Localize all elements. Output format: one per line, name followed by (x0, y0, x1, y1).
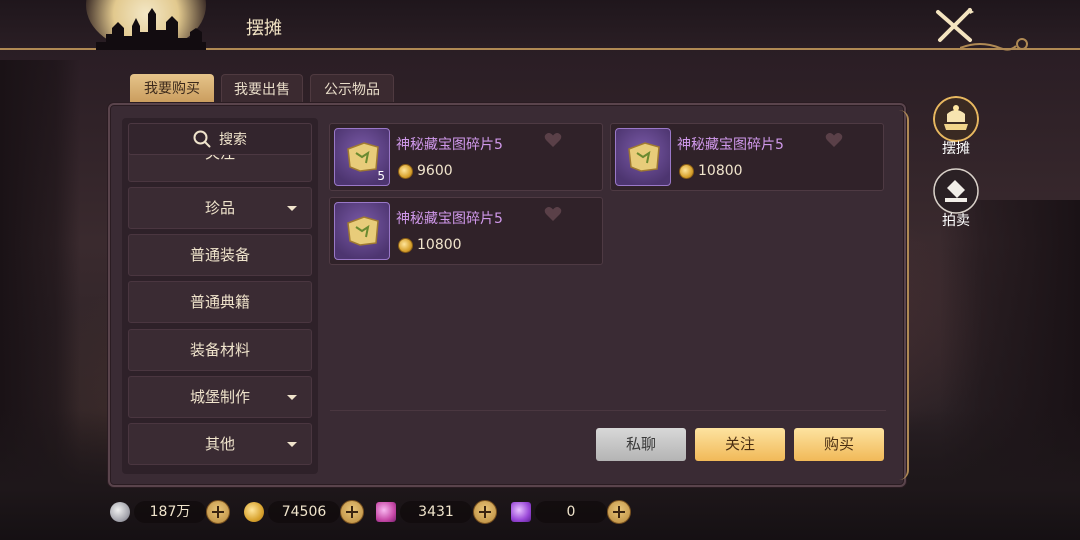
item-thumbnail (334, 202, 390, 260)
gold-coin-icon (398, 164, 413, 179)
category-label: 城堡制作 (189, 388, 250, 406)
currency-purple-gem-value: 0 (535, 501, 607, 523)
category-label: 普通装备 (189, 246, 250, 264)
tab-buy[interactable]: 我要购买 (130, 74, 214, 104)
treasure-map-icon (347, 142, 379, 172)
item-name: 神秘藏宝图碎片5 (396, 211, 503, 227)
search-button[interactable]: 搜索 (128, 123, 312, 155)
side-nav-label: 拍卖 (942, 213, 970, 229)
currency-silver-value: 187万 (134, 501, 206, 523)
gold-coin-icon (398, 238, 413, 253)
category-label: 普通典籍 (189, 293, 250, 311)
item-name: 神秘藏宝图碎片5 (396, 137, 503, 153)
add-silver-button[interactable] (206, 500, 230, 524)
item-thumbnail: 5 (334, 128, 390, 186)
gold-coin-icon (244, 502, 264, 522)
category-item-equipment-materials[interactable]: 装备材料 (128, 329, 312, 371)
heart-icon[interactable] (544, 206, 562, 222)
item-card[interactable]: 神秘藏宝图碎片5 10800 (610, 123, 884, 191)
currency-pink-gem-value: 3431 (400, 501, 472, 523)
panel-frame-decoration (895, 110, 909, 480)
item-price: 10800 (698, 163, 743, 179)
follow-button[interactable]: 关注 (695, 428, 785, 461)
search-label: 搜索 (219, 132, 247, 148)
treasure-map-icon (628, 142, 660, 172)
stall-icon (933, 96, 979, 142)
castle-icon (96, 8, 206, 50)
header-bar: 摆摊 (0, 0, 1080, 51)
search-icon (193, 130, 211, 148)
item-card[interactable]: 5 神秘藏宝图碎片5 9600 (329, 123, 603, 191)
heart-icon[interactable] (544, 132, 562, 148)
silver-coin-icon (110, 502, 130, 522)
dropdown-arrow-icon (287, 206, 297, 211)
item-quantity: 5 (377, 169, 385, 183)
treasure-map-icon (347, 216, 379, 246)
currency-gold-value: 74506 (268, 501, 340, 523)
category-label: 装备材料 (189, 341, 250, 359)
category-item-normal-equipment[interactable]: 普通装备 (128, 234, 312, 276)
private-chat-button[interactable]: 私聊 (596, 428, 686, 461)
item-price: 9600 (417, 163, 453, 179)
dropdown-arrow-icon (287, 442, 297, 447)
category-item-other[interactable]: 其他 (128, 423, 312, 465)
pink-gem-icon (376, 502, 396, 522)
purple-gem-icon (511, 502, 531, 522)
side-nav-label: 摆摊 (942, 141, 970, 157)
item-name: 神秘藏宝图碎片5 (677, 137, 784, 153)
item-price: 10800 (417, 237, 462, 253)
category-label: 其他 (204, 435, 235, 453)
item-card[interactable]: 神秘藏宝图碎片5 10800 (329, 197, 603, 265)
tab-public-items[interactable]: 公示物品 (310, 74, 394, 104)
add-gold-button[interactable] (340, 500, 364, 524)
tab-sell[interactable]: 我要出售 (221, 74, 303, 104)
ornament-decoration (960, 38, 1028, 51)
category-item-castle-crafting[interactable]: 城堡制作 (128, 376, 312, 418)
category-item-treasure[interactable]: 珍品 (128, 187, 312, 229)
side-nav-stall[interactable]: 摆摊 (926, 96, 986, 160)
gold-coin-icon (679, 164, 694, 179)
item-thumbnail (615, 128, 671, 186)
add-purple-gem-button[interactable] (607, 500, 631, 524)
heart-icon[interactable] (825, 132, 843, 148)
page-title: 摆摊 (246, 18, 282, 39)
add-pink-gem-button[interactable] (473, 500, 497, 524)
buy-button[interactable]: 购买 (794, 428, 884, 461)
auction-icon (933, 168, 979, 214)
category-item-normal-books[interactable]: 普通典籍 (128, 281, 312, 323)
divider (330, 410, 886, 411)
category-label: 珍品 (204, 199, 235, 217)
side-nav-auction[interactable]: 拍卖 (926, 168, 986, 232)
dropdown-arrow-icon (287, 395, 297, 400)
